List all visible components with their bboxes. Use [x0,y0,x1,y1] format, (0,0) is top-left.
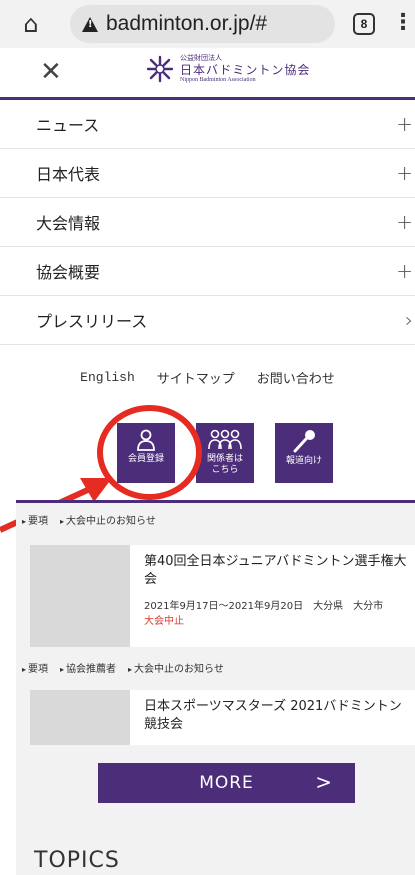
nav-item-tournaments[interactable]: 大会情報 + [0,198,415,247]
tag-link[interactable]: 要項 [22,512,48,527]
url-text: badminton.or.jp/# [106,12,268,35]
news-status: 大会中止 [144,616,184,627]
stakeholders-button[interactable]: 関係者は こちら [196,423,254,483]
microphone-icon [293,430,315,453]
nav-item-label: ニュース [36,116,100,135]
chevron-right-icon: > [315,770,333,794]
logo-en: Nippon Badminton Association [180,77,256,83]
chevron-right-icon[interactable]: › [405,308,413,332]
press-button[interactable]: 報道向け [275,423,333,483]
logo-text: 公益財団法人 日本バドミントン協会 Nippon Badminton Assoc… [180,54,311,84]
nav-item-label: 協会概要 [36,263,101,282]
press-label: 報道向け [285,456,322,466]
warning-icon [82,16,98,32]
tag-link[interactable]: 大会中止のお知らせ [128,660,224,675]
news-title: 日本スポーツマスターズ 2021バドミントン競技会 [144,699,402,733]
address-bar[interactable]: badminton.or.jp/# [70,5,335,43]
tag-link[interactable]: 協会推薦者 [60,660,116,675]
nav-item-about[interactable]: 協会概要 + [0,247,415,296]
site-logo[interactable]: 公益財団法人 日本バドミントン協会 Nippon Badminton Assoc… [146,55,310,83]
browser-bar: ⌂ badminton.or.jp/# 8 ⋮ [0,0,415,48]
news-date: 2021年9月17日～2021年9月20日 大分県 大分市 [144,601,384,612]
logo-main: 日本バドミントン協会 [180,63,311,77]
expand-icon[interactable]: + [396,112,413,136]
logo-mark-icon [146,55,174,83]
more-label: MORE [199,773,254,793]
expand-icon[interactable]: + [396,210,413,234]
group-icon [208,429,242,450]
expand-icon[interactable]: + [396,259,413,283]
news-card[interactable]: 日本スポーツマスターズ 2021バドミントン競技会 [30,690,415,745]
expand-icon[interactable]: + [396,161,413,185]
tab-switcher-icon[interactable]: 8 [353,13,375,35]
nav-item-label: 大会情報 [36,214,101,233]
nav-item-press-release[interactable]: プレスリリース › [0,296,415,345]
nav-item-label: 日本代表 [36,165,101,184]
link-sitemap[interactable]: サイトマップ [157,368,235,387]
site-header: ✕ 公益財団法人 日本バドミントン協会 Nippon Badminton Ass… [0,48,415,100]
more-menu-icon[interactable]: ⋮ [392,10,414,36]
news-thumbnail [30,545,130,647]
nav-item-label: プレスリリース [36,312,148,331]
news-title: 第40回全日本ジュニアバドミントン選手権大会 [144,554,407,588]
topics-heading: TOPICS [34,848,120,873]
tag-link[interactable]: 要項 [22,660,48,675]
stakeholders-label-2: こちら [211,464,239,475]
tags-row-mid: 要項 協会推薦者 大会中止のお知らせ [22,660,224,675]
close-icon[interactable]: ✕ [40,58,62,86]
nav-item-national-team[interactable]: 日本代表 + [0,149,415,198]
link-english[interactable]: English [80,370,135,385]
home-icon[interactable]: ⌂ [18,11,44,37]
news-card[interactable]: 第40回全日本ジュニアバドミントン選手権大会 2021年9月17日～2021年9… [30,545,415,647]
news-thumbnail [30,690,130,745]
tag-link[interactable]: 大会中止のお知らせ [60,512,156,527]
nav-menu: ニュース + 日本代表 + 大会情報 + 協会概要 + プレスリリース › [0,100,415,345]
tags-row-top: 要項 大会中止のお知らせ [22,512,156,527]
logo-sub: 公益財団法人 [180,54,222,62]
link-contact[interactable]: お問い合わせ [257,368,335,387]
more-button[interactable]: MORE > [98,763,355,803]
stakeholders-label-1: 関係者は [206,454,243,464]
nav-item-news[interactable]: ニュース + [0,100,415,149]
sub-links: English サイトマップ お問い合わせ [0,355,415,400]
